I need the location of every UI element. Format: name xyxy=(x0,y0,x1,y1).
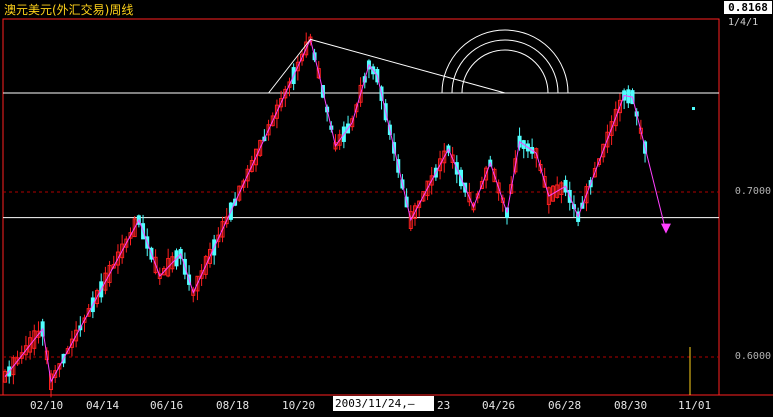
x-label: 08/18 xyxy=(216,399,250,412)
y-label-0600: 0.6000 xyxy=(734,351,771,362)
x-label: 06/28 xyxy=(548,399,582,412)
x-label: 08/30 xyxy=(614,399,648,412)
fibonacci-arc xyxy=(451,39,559,94)
x-label: 11/01 xyxy=(678,399,712,412)
plot-frame xyxy=(2,18,720,396)
x-label: 23 xyxy=(437,399,451,412)
x-label: 10/20 xyxy=(282,399,316,412)
fibonacci-arc xyxy=(461,49,549,94)
chart-title: 澳元美元(外汇交易)周线 xyxy=(4,3,134,17)
fan-line xyxy=(310,38,506,94)
price-readout: 0.8168 xyxy=(724,1,772,14)
scale-indicator: 1/4/1 xyxy=(728,17,759,28)
current-price-dot xyxy=(692,107,695,111)
cursor-date-readout: 2003/11/24,— xyxy=(333,396,434,411)
chart-area[interactable] xyxy=(0,0,773,413)
price-chart[interactable] xyxy=(0,0,773,413)
x-label: 04/14 xyxy=(86,399,120,412)
fibonacci-arc xyxy=(441,29,569,94)
x-label: 02/10 xyxy=(30,399,64,412)
y-label-0700: 0.7000 xyxy=(734,186,771,197)
x-label: 04/26 xyxy=(482,399,516,412)
zigzag-line xyxy=(4,37,667,384)
x-label: 06/16 xyxy=(150,399,184,412)
zigzag-arrow-head xyxy=(660,223,671,234)
